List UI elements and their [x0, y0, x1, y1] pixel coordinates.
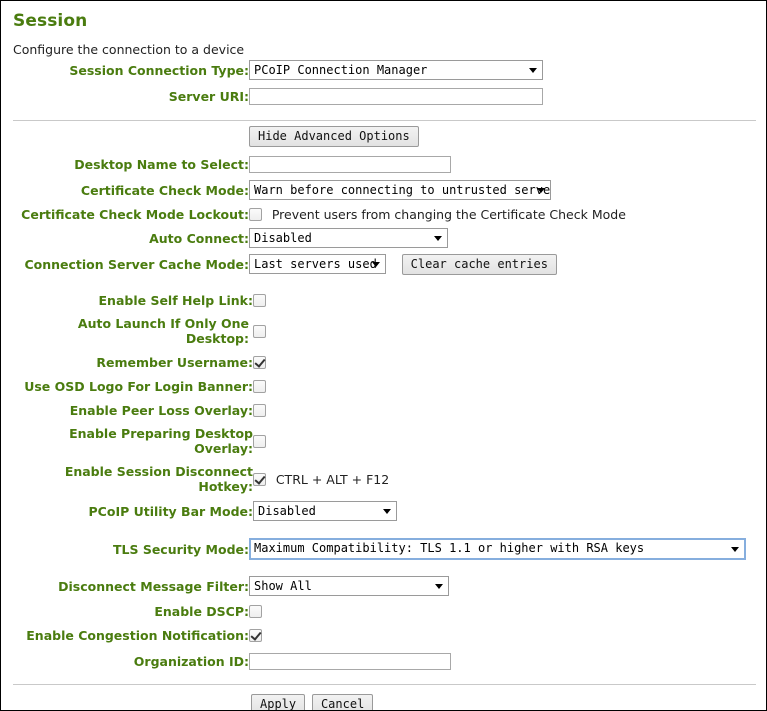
apply-button[interactable]: Apply [251, 694, 306, 710]
row-certificate-check-mode-lockout: Certificate Check Mode Lockout: Prevent … [11, 203, 758, 225]
label-enable-self-help-link: Enable Self Help Link: [98, 292, 253, 308]
label-connection-server-cache-mode: Connection Server Cache Mode: [24, 256, 249, 272]
row-enable-peer-loss-overlay: Enable Peer Loss Overlay: [11, 398, 758, 422]
row-tls-security-mode: TLS Security Mode: Maximum Compatibility… [11, 535, 758, 563]
pcoip-utility-bar-mode-select[interactable]: Disabled [253, 501, 397, 521]
advanced-form-group-1: Desktop Name to Select: Certificate Chec… [11, 151, 758, 277]
label-remember-username: Remember Username: [96, 354, 253, 370]
row-desktop-name-to-select: Desktop Name to Select: [11, 151, 758, 177]
connection-server-cache-mode-value: Last servers used [254, 257, 377, 271]
row-pcoip-utility-bar-mode: PCoIP Utility Bar Mode: Disabled [11, 498, 758, 524]
label-pcoip-utility-bar-mode: PCoIP Utility Bar Mode: [88, 503, 253, 519]
chevron-down-icon [435, 584, 443, 589]
row-remember-username: Remember Username: [11, 350, 758, 374]
hide-advanced-options-button[interactable]: Hide Advanced Options [249, 125, 419, 147]
label-enable-peer-loss-overlay: Enable Peer Loss Overlay: [69, 402, 253, 418]
certificate-check-mode-select[interactable]: Warn before connecting to untrusted serv… [249, 180, 551, 200]
cancel-button[interactable]: Cancel [311, 694, 374, 710]
row-certificate-check-mode: Certificate Check Mode: Warn before conn… [11, 177, 758, 203]
row-enable-dscp: Enable DSCP: [11, 599, 758, 623]
server-uri-input[interactable] [249, 87, 543, 105]
chevron-down-icon [731, 547, 739, 552]
auto-connect-select[interactable]: Disabled [249, 228, 448, 248]
certificate-check-mode-lockout-checkbox[interactable] [249, 207, 262, 221]
enable-session-disconnect-hotkey-checkbox[interactable] [253, 472, 266, 486]
group-spacer-2 [11, 524, 758, 535]
row-disconnect-message-filter: Disconnect Message Filter: Show All [11, 573, 758, 599]
certificate-check-mode-lockout-caption: Prevent users from changing the Certific… [271, 206, 626, 222]
row-use-osd-logo-for-login-banner: Use OSD Logo For Login Banner: [11, 374, 758, 398]
chevron-down-icon [537, 188, 545, 193]
session-settings-page: Session Configure the connection to a de… [0, 0, 767, 711]
label-session-connection-type: Session Connection Type: [69, 62, 249, 78]
label-auto-launch-if-only-one-desktop: Auto Launch If Only One Desktop: [77, 316, 249, 346]
enable-preparing-desktop-overlay-checkbox[interactable] [253, 435, 266, 448]
label-desktop-name-to-select: Desktop Name to Select: [74, 156, 249, 172]
row-auto-launch-if-only-one-desktop: Auto Launch If Only One Desktop: [11, 312, 758, 350]
disconnect-message-filter-value: Show All [254, 579, 312, 593]
disconnect-message-filter-select[interactable]: Show All [249, 576, 449, 596]
row-auto-connect: Auto Connect: Disabled [11, 225, 758, 251]
row-session-connection-type: Session Connection Type: PCoIP Connectio… [11, 57, 758, 83]
label-enable-congestion-notification: Enable Congestion Notification: [26, 627, 249, 643]
tls-security-mode-select[interactable]: Maximum Compatibility: TLS 1.1 or higher… [249, 538, 746, 560]
row-enable-congestion-notification: Enable Congestion Notification: [11, 623, 758, 647]
label-certificate-check-mode-lockout: Certificate Check Mode Lockout: [21, 206, 249, 222]
label-auto-connect: Auto Connect: [149, 230, 249, 246]
advanced-toggle-row: Hide Advanced Options [11, 121, 758, 151]
label-enable-preparing-desktop-overlay: Enable Preparing Desktop Overlay: [69, 426, 253, 456]
clear-cache-entries-button[interactable]: Clear cache entries [401, 253, 557, 275]
advanced-form-group-3: TLS Security Mode: Maximum Compatibility… [11, 535, 758, 675]
enable-dscp-checkbox[interactable] [249, 605, 262, 618]
label-use-osd-logo-for-login-banner: Use OSD Logo For Login Banner: [24, 378, 253, 394]
chevron-down-icon [383, 509, 391, 514]
connection-server-cache-mode-select[interactable]: Last servers used [249, 254, 386, 274]
label-certificate-check-mode: Certificate Check Mode: [80, 182, 249, 198]
certificate-check-mode-value: Warn before connecting to untrusted serv… [254, 183, 551, 197]
label-server-uri: Server URI: [168, 88, 249, 104]
enable-peer-loss-overlay-checkbox[interactable] [253, 404, 266, 417]
chevron-down-icon [529, 68, 537, 73]
row-server-uri: Server URI: [11, 83, 758, 109]
page-title: Session [13, 11, 88, 31]
label-enable-session-disconnect-hotkey: Enable Session Disconnect Hotkey: [64, 464, 253, 494]
page-description: Configure the connection to a device [13, 42, 245, 57]
auto-connect-value: Disabled [254, 231, 312, 245]
advanced-form-group-2: Enable Self Help Link: Auto Launch If On… [11, 288, 758, 524]
remember-username-checkbox[interactable] [253, 356, 266, 369]
enable-congestion-notification-checkbox[interactable] [249, 629, 262, 642]
chevron-down-icon [434, 236, 442, 241]
tls-security-mode-value: Maximum Compatibility: TLS 1.1 or higher… [254, 541, 645, 555]
label-enable-dscp: Enable DSCP: [154, 603, 249, 619]
enable-session-disconnect-hotkey-caption: CTRL + ALT + F12 [275, 471, 390, 487]
use-osd-logo-for-login-banner-checkbox[interactable] [253, 380, 266, 393]
row-enable-self-help-link: Enable Self Help Link: [11, 288, 758, 312]
desktop-name-to-select-input[interactable] [249, 155, 451, 173]
label-tls-security-mode: TLS Security Mode: [112, 541, 249, 557]
session-connection-type-value: PCoIP Connection Manager [254, 63, 428, 77]
group-spacer-1 [11, 277, 758, 288]
row-organization-id: Organization ID: [11, 647, 758, 675]
enable-self-help-link-checkbox[interactable] [253, 294, 266, 307]
footer-actions: Apply Cancel [11, 694, 758, 710]
organization-id-input[interactable] [249, 652, 451, 670]
row-connection-server-cache-mode: Connection Server Cache Mode: Last serve… [11, 251, 758, 277]
auto-launch-if-only-one-desktop-checkbox[interactable] [253, 325, 266, 338]
row-enable-session-disconnect-hotkey: Enable Session Disconnect Hotkey: CTRL +… [11, 460, 758, 498]
chevron-down-icon [372, 262, 380, 267]
row-enable-preparing-desktop-overlay: Enable Preparing Desktop Overlay: [11, 422, 758, 460]
top-form: Session Connection Type: PCoIP Connectio… [11, 57, 758, 109]
pcoip-utility-bar-mode-value: Disabled [258, 504, 316, 518]
label-organization-id: Organization ID: [133, 653, 249, 669]
session-connection-type-select[interactable]: PCoIP Connection Manager [249, 60, 543, 80]
divider-footer [13, 684, 756, 685]
label-disconnect-message-filter: Disconnect Message Filter: [58, 578, 249, 594]
